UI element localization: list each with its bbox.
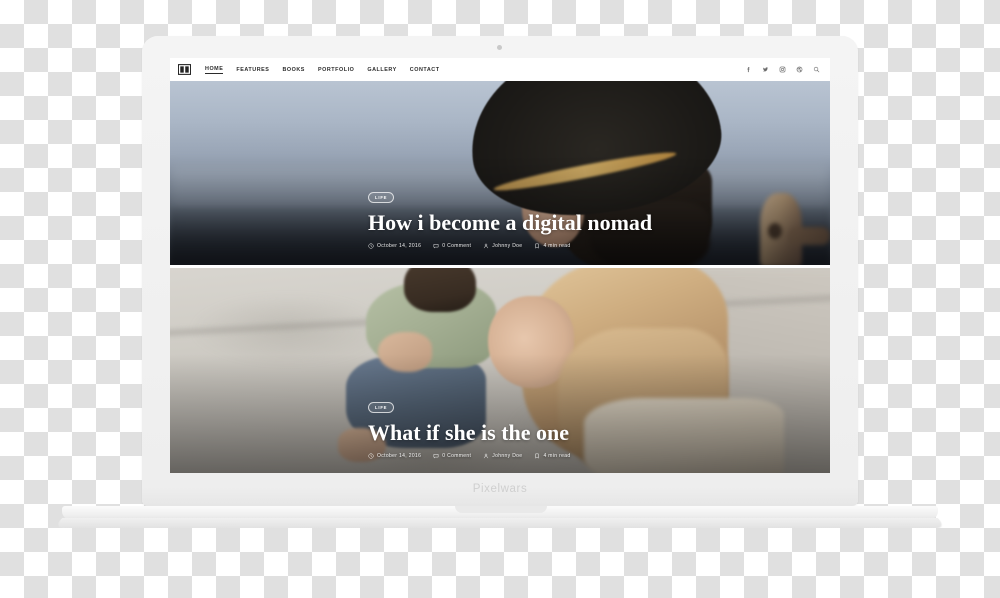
dribbble-icon[interactable] — [796, 66, 803, 73]
post-author-text: Johnny Doe — [492, 243, 523, 249]
bookmark-icon — [535, 243, 540, 249]
comment-icon — [433, 454, 439, 459]
primary-nav: HOME FEATURES BOOKS PORTFOLIO GALLERY CO… — [205, 66, 440, 74]
laptop-base-lip — [52, 518, 948, 529]
post-date: October 14, 2016 — [368, 243, 421, 249]
hero-content-primary: LIFE How i become a digital nomad Octobe… — [368, 186, 800, 249]
clock-icon — [368, 453, 374, 459]
post-date-text: October 14, 2016 — [377, 243, 422, 249]
nav-item-home[interactable]: HOME — [205, 66, 224, 74]
post-comments-text: 0 Comment — [442, 243, 472, 249]
post-meta: October 14, 2016 0 Comment Johnny Doe 4 … — [368, 453, 800, 459]
post-date-text: October 14, 2016 — [377, 453, 422, 459]
post-read-time: 4 min read — [534, 453, 570, 459]
featured-post-secondary[interactable]: LIFE What if she is the one October 14, … — [170, 268, 830, 473]
facebook-icon[interactable] — [745, 66, 752, 73]
device-brand-label: Pixelwars — [472, 483, 528, 495]
laptop-screen: HOME FEATURES BOOKS PORTFOLIO GALLERY CO… — [170, 58, 830, 473]
bookmark-icon — [535, 453, 540, 459]
instagram-icon[interactable] — [779, 66, 786, 73]
post-read-time-text: 4 min read — [543, 453, 571, 459]
post-date: October 14, 2016 — [368, 453, 421, 459]
post-comments: 0 Comment — [433, 243, 471, 249]
user-icon — [484, 453, 489, 459]
post-comments: 0 Comment — [433, 453, 471, 459]
post-author-text: Johnny Doe — [492, 453, 523, 459]
post-comments-text: 0 Comment — [442, 453, 472, 459]
comment-icon — [433, 244, 439, 249]
post-category-badge[interactable]: LIFE — [368, 192, 395, 204]
nav-item-gallery[interactable]: GALLERY — [367, 67, 396, 73]
featured-post-primary[interactable]: LIFE How i become a digital nomad Octobe… — [170, 81, 830, 265]
clock-icon — [368, 243, 374, 249]
nav-item-books[interactable]: BOOKS — [282, 67, 305, 73]
nav-item-features[interactable]: FEATURES — [236, 67, 269, 73]
header-actions — [745, 66, 820, 73]
laptop-base-notch — [455, 506, 547, 513]
hero-content-secondary: LIFE What if she is the one October 14, … — [368, 396, 800, 459]
search-icon[interactable] — [813, 66, 820, 73]
nav-item-portfolio[interactable]: PORTFOLIO — [318, 67, 354, 73]
post-meta: October 14, 2016 0 Comment Johnny Doe 4 … — [368, 243, 800, 249]
twitter-icon[interactable] — [762, 66, 769, 73]
post-category-badge[interactable]: LIFE — [368, 402, 395, 414]
webcam-dot — [497, 45, 502, 50]
post-read-time: 4 min read — [534, 243, 570, 249]
post-author: Johnny Doe — [483, 243, 522, 249]
post-title[interactable]: How i become a digital nomad — [368, 211, 800, 236]
open-book-icon[interactable] — [178, 64, 191, 75]
user-icon — [484, 243, 489, 249]
nav-item-contact[interactable]: CONTACT — [410, 67, 440, 73]
site-header: HOME FEATURES BOOKS PORTFOLIO GALLERY CO… — [170, 58, 830, 81]
post-title[interactable]: What if she is the one — [368, 421, 800, 446]
post-author: Johnny Doe — [483, 453, 522, 459]
post-read-time-text: 4 min read — [543, 243, 571, 249]
mockup-stage: Pixelwars HOME FEATURES BOOKS PORTFOLIO … — [0, 0, 1000, 598]
